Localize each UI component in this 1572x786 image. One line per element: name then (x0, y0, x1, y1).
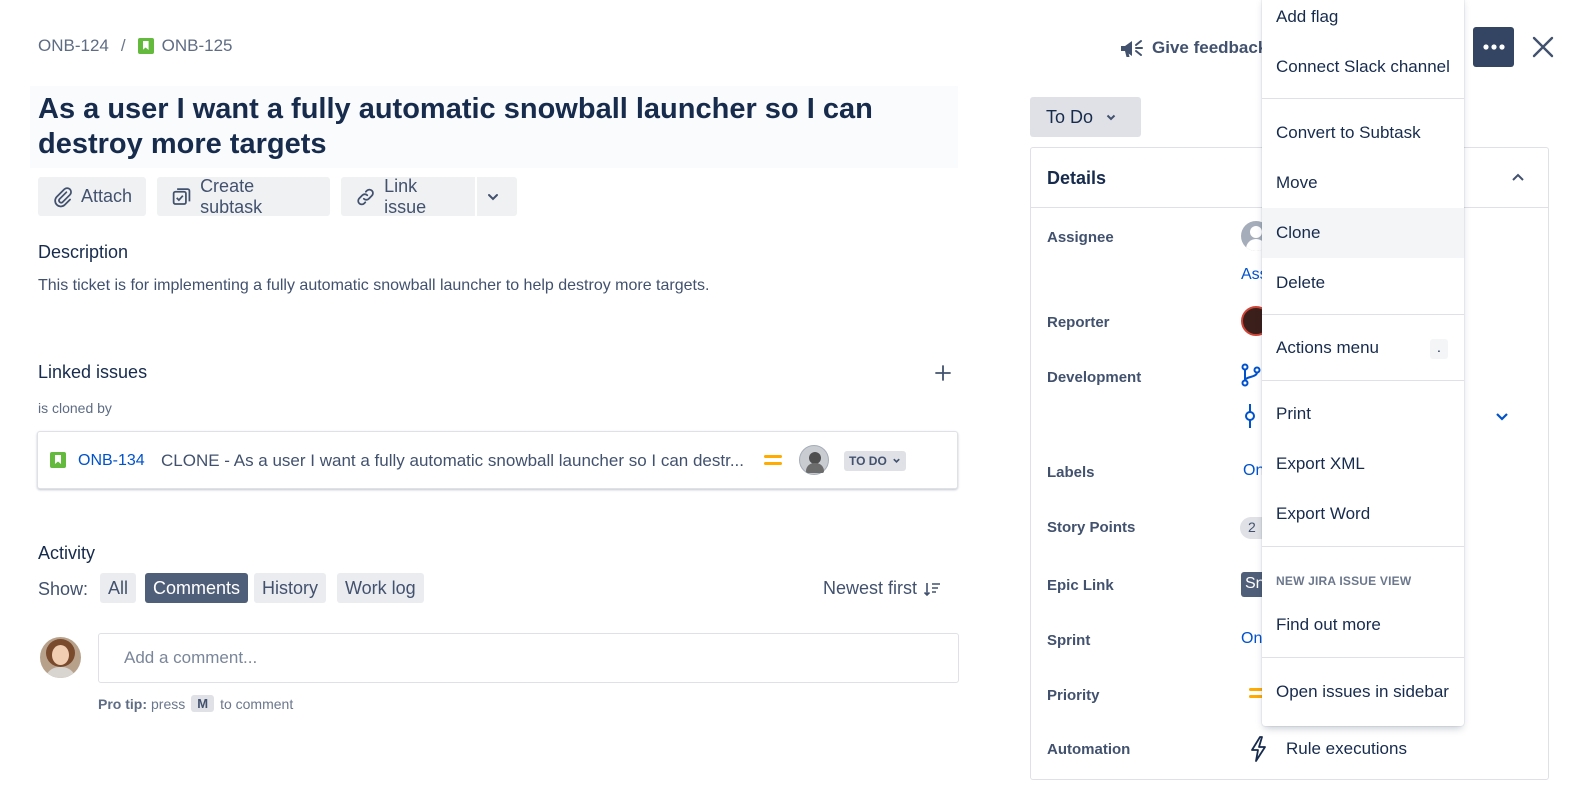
paperclip-icon (54, 186, 72, 207)
commit-icon[interactable] (1243, 404, 1257, 428)
branch-icon[interactable] (1241, 363, 1261, 387)
pro-tip-key: M (191, 695, 215, 712)
menu-clone[interactable]: Clone (1262, 208, 1464, 258)
breadcrumb-separator: / (120, 36, 126, 55)
menu-actions-shortcut: . (1430, 339, 1448, 359)
close-icon[interactable] (1530, 34, 1556, 60)
menu-open-sidebar[interactable]: Open issues in sidebar (1262, 667, 1464, 717)
pro-tip-end: to comment (220, 695, 294, 712)
priority-label: Priority (1047, 687, 1100, 704)
epic-link-label: Epic Link (1047, 577, 1114, 594)
chevron-down-icon[interactable] (1495, 410, 1509, 422)
description-text[interactable]: This ticket is for implementing a fully … (38, 277, 709, 295)
menu-divider (1262, 314, 1464, 315)
link-issue-label: Link issue (384, 175, 427, 217)
story-icon (137, 38, 154, 54)
sort-label: Newest first (823, 578, 918, 598)
development-label: Development (1047, 369, 1142, 386)
automation-label: Automation (1047, 741, 1131, 758)
menu-add-flag[interactable]: Add flag (1262, 0, 1464, 42)
menu-divider (1262, 546, 1464, 547)
sprint-label: Sprint (1047, 632, 1091, 649)
menu-print[interactable]: Print (1262, 389, 1464, 439)
reporter-label: Reporter (1047, 314, 1110, 331)
comment-input[interactable]: Add a comment... (98, 633, 959, 683)
rule-executions-link[interactable]: Rule executions (1286, 739, 1407, 759)
priority-medium-icon (764, 455, 782, 465)
filter-history[interactable]: History (254, 573, 327, 603)
issue-title[interactable]: As a user I want a fully automatic snowb… (30, 86, 958, 168)
story-points-value[interactable]: 2 (1240, 517, 1264, 539)
breadcrumb-current-link[interactable]: ONB-125 (162, 36, 233, 56)
show-label: Show: (38, 579, 89, 599)
linked-issue-summary[interactable]: CLONE - As a user I want a fully automat… (161, 451, 744, 471)
lightning-icon (1251, 736, 1266, 762)
epic-link-lozenge[interactable]: Sn (1241, 572, 1265, 597)
linked-issue-card[interactable]: ONB-134 CLONE - As a user I want a fully… (37, 431, 958, 489)
assignee-avatar (799, 445, 829, 475)
details-heading: Details (1047, 168, 1107, 188)
story-points-label: Story Points (1047, 519, 1136, 536)
sort-descending-icon (923, 582, 941, 596)
filter-all[interactable]: All (100, 573, 137, 603)
story-icon (50, 452, 66, 468)
menu-divider (1262, 380, 1464, 381)
breadcrumb: ONB-124 / ONB-125 (38, 36, 232, 56)
chevron-down-icon (488, 193, 498, 200)
attach-button[interactable]: Attach (38, 177, 146, 216)
more-horizontal-icon (1482, 44, 1505, 50)
menu-export-word[interactable]: Export Word (1262, 489, 1464, 539)
chevron-up-icon[interactable] (1511, 172, 1525, 184)
pro-tip-press: press (151, 695, 186, 712)
chevron-down-icon (893, 458, 900, 463)
give-feedback-button[interactable]: Give feedback (1118, 36, 1267, 60)
filter-work-log[interactable]: Work log (337, 573, 424, 603)
labels-label: Labels (1047, 464, 1095, 481)
filter-comments[interactable]: Comments (145, 573, 249, 603)
more-actions-menu: Add flag Connect Slack channel Convert t… (1262, 0, 1464, 726)
description-heading: Description (38, 242, 129, 262)
attach-label: Attach (80, 186, 132, 206)
menu-connect-slack[interactable]: Connect Slack channel (1262, 42, 1464, 92)
breadcrumb-parent-link[interactable]: ONB-124 (38, 36, 109, 56)
menu-group-heading: NEW JIRA ISSUE VIEW (1276, 574, 1412, 588)
create-subtask-label: Create subtask (200, 175, 263, 217)
menu-actions-menu[interactable]: Actions menu . (1262, 323, 1464, 373)
sort-toggle[interactable]: Newest first (823, 578, 941, 599)
link-relation-label: is cloned by (38, 400, 112, 416)
linked-issues-heading: Linked issues (38, 362, 148, 382)
sprint-value[interactable]: On (1241, 630, 1262, 648)
chevron-down-icon (1106, 114, 1116, 121)
menu-export-xml[interactable]: Export XML (1262, 439, 1464, 489)
activity-heading: Activity (38, 543, 96, 563)
current-user-avatar (40, 637, 81, 678)
megaphone-icon (1121, 40, 1143, 57)
more-actions-button[interactable] (1473, 27, 1514, 67)
menu-actions-menu-label: Actions menu (1276, 338, 1379, 357)
priority-medium-icon (1249, 688, 1263, 698)
create-subtask-button[interactable]: Create subtask (157, 175, 330, 217)
link-issue-button[interactable]: Link issue (341, 175, 475, 217)
menu-convert-subtask[interactable]: Convert to Subtask (1262, 108, 1464, 158)
menu-find-out-more[interactable]: Find out more (1262, 600, 1464, 650)
pro-tip: Pro tip: press M to comment (98, 695, 293, 712)
linked-issue-status-label: TO DO (849, 454, 887, 468)
give-feedback-label: Give feedback (1152, 38, 1268, 57)
link-icon (357, 188, 374, 205)
more-toolbar-dropdown[interactable] (477, 177, 517, 216)
menu-divider (1262, 98, 1464, 99)
status-label: To Do (1046, 106, 1094, 127)
assignee-label: Assignee (1047, 229, 1114, 246)
subtask-icon (172, 187, 191, 205)
menu-delete[interactable]: Delete (1262, 258, 1464, 308)
pro-tip-bold: Pro tip: (98, 695, 147, 712)
status-dropdown[interactable]: To Do (1030, 97, 1141, 137)
menu-divider (1262, 657, 1464, 658)
linked-issue-status[interactable]: TO DO (844, 451, 907, 471)
linked-issue-key[interactable]: ONB-134 (78, 452, 145, 470)
menu-move[interactable]: Move (1262, 158, 1464, 208)
add-link-icon[interactable] (934, 364, 952, 382)
